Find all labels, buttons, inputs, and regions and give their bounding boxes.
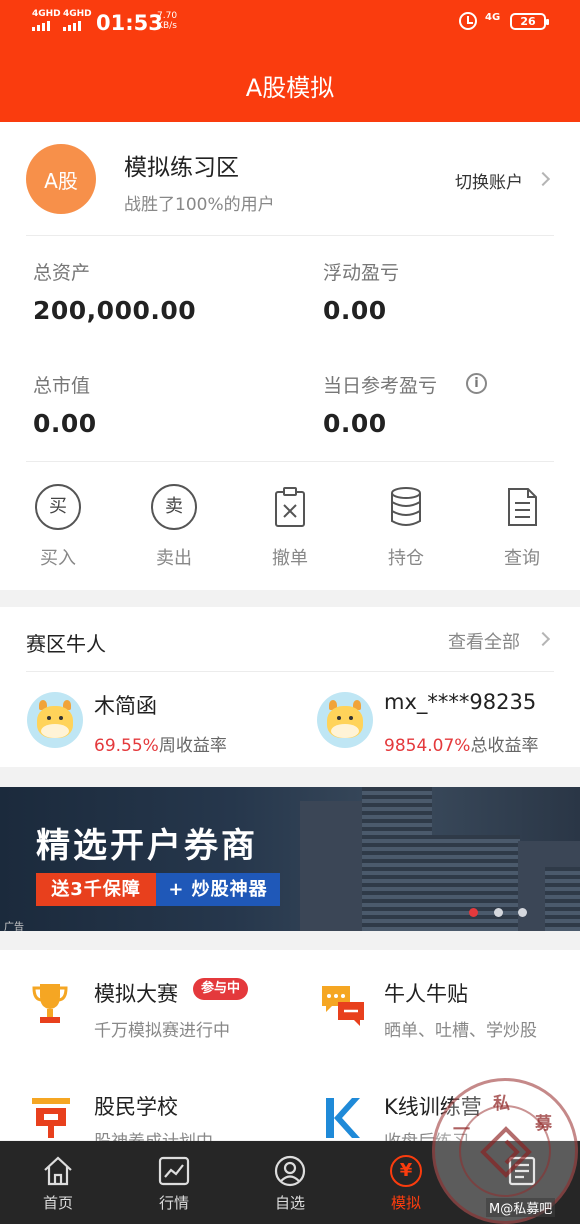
query-button[interactable]: 查询 [482,484,562,570]
sell-label: 卖出 [156,548,192,569]
trader-return-label: 周收益率 [158,736,227,756]
credit-text: M@私募吧 [486,1198,556,1217]
home-icon [42,1155,74,1187]
switch-account-button[interactable]: 切换账户 [455,168,523,193]
daily-pl-value: 0.00 [323,409,387,438]
buy-label: 买入 [40,548,76,569]
signal-bars-icon [32,21,61,31]
network-type-1: 4GHD [32,9,61,19]
tab-home[interactable]: 首页 [0,1141,116,1224]
user-avatar-cow-icon[interactable] [27,692,83,748]
carousel-dot[interactable] [494,908,503,917]
user-avatar-cow-icon[interactable] [317,692,373,748]
trader-return: 69.55%周收益率 [94,731,227,756]
tab-home-label: 首页 [42,1194,73,1212]
watermark-char: 私 [493,1094,510,1114]
cancel-order-icon [267,484,313,530]
k-line-icon[interactable] [322,1094,362,1140]
speed-value: 7.70 [157,11,178,21]
alarm-icon [459,12,477,30]
feature-school-title[interactable]: 股民学校 [94,1091,178,1121]
holdings-icon [383,484,429,530]
battery-level: 26 [520,15,536,28]
daily-pl-label: 当日参考盈亏 [323,375,438,397]
signal-bars-icon [63,21,92,31]
ad-tag: 广告 [4,922,24,933]
divider [26,461,554,462]
account-subtitle: 战胜了100%的用户 [124,195,275,215]
banner-pill-blue: + 炒股神器 [156,873,280,906]
trader-return-value: 9854.07% [384,736,471,756]
watermark-char: 募 [535,1114,552,1134]
feature-posts-title[interactable]: 牛人牛贴 [384,978,468,1008]
query-icon [499,484,545,530]
buy-button[interactable]: 买 买入 [18,484,98,570]
school-icon[interactable] [30,1094,72,1140]
sell-icon: 卖 [151,484,197,530]
signal-2: 4GHD [63,10,92,31]
total-assets-value: 200,000.00 [33,296,197,325]
market-icon [158,1155,190,1187]
sell-button[interactable]: 卖 卖出 [134,484,214,570]
market-value-value: 0.00 [33,409,97,438]
banner-pill-red: 送3千保障 [36,873,156,906]
feature-posts-desc: 晒单、吐槽、学炒股 [384,1021,537,1041]
carousel-dot[interactable] [518,908,527,917]
trader-name[interactable]: mx_****98235 [384,690,536,714]
page-title: A股模拟 [245,74,335,102]
network-4g: 4G [485,12,501,23]
cancel-order-button[interactable]: 撤单 [250,484,330,570]
market-value-label: 总市值 [33,375,91,397]
account-name: 模拟练习区 [124,155,239,181]
status-bar: 4GHD 4GHD 01:53 7.70 KB/s 4G 26 [0,0,580,44]
floating-pl-value: 0.00 [323,296,387,325]
avatar: A股 [26,144,96,214]
cancel-order-label: 撤单 [272,548,308,569]
feature-contest-desc: 千万模拟赛进行中 [94,1021,230,1041]
top-bar: 4GHD 4GHD 01:53 7.70 KB/s 4G 26 A股模拟 [0,0,580,122]
holdings-label: 持仓 [388,548,424,569]
tab-market-label: 行情 [158,1194,189,1212]
watchlist-icon [274,1155,306,1187]
signal-1: 4GHD [32,10,61,31]
trophy-icon[interactable] [30,980,70,1026]
divider [26,235,554,236]
top-traders-title: 赛区牛人 [26,632,106,656]
divider [26,671,554,672]
status-time: 01:53 [96,11,163,35]
total-assets-label: 总资产 [33,262,91,284]
battery-icon: 26 [510,13,549,30]
tab-market[interactable]: 行情 [116,1141,232,1224]
chat-icon[interactable] [320,982,366,1026]
trader-return: 9854.07%总收益率 [384,731,538,756]
query-label: 查询 [504,548,540,569]
see-all-link[interactable]: 查看全部 [448,628,520,654]
speed-unit: KB/s [157,21,177,31]
trader-return-label: 总收益率 [470,736,539,756]
floating-pl-label: 浮动盈亏 [323,262,400,284]
banner-title: 精选开户券商 [36,826,258,866]
watermark-logo-icon [480,1126,532,1178]
buy-icon: 买 [35,484,81,530]
participating-badge: 参与中 [193,978,249,1000]
feature-contest-title[interactable]: 模拟大赛 [94,978,178,1008]
tab-watchlist-label: 自选 [274,1194,305,1212]
info-icon[interactable]: i [466,373,487,394]
trader-name[interactable]: 木简函 [94,690,157,720]
holdings-button[interactable]: 持仓 [366,484,446,570]
tab-watchlist[interactable]: 自选 [232,1141,348,1224]
network-type-2: 4GHD [63,9,92,19]
simulate-icon: ¥ [390,1155,422,1187]
watermark-char: 一 [453,1120,470,1140]
network-speed: 7.70 KB/s [157,11,177,31]
carousel-dot-active[interactable] [469,908,478,917]
trader-return-value: 69.55% [94,736,159,756]
